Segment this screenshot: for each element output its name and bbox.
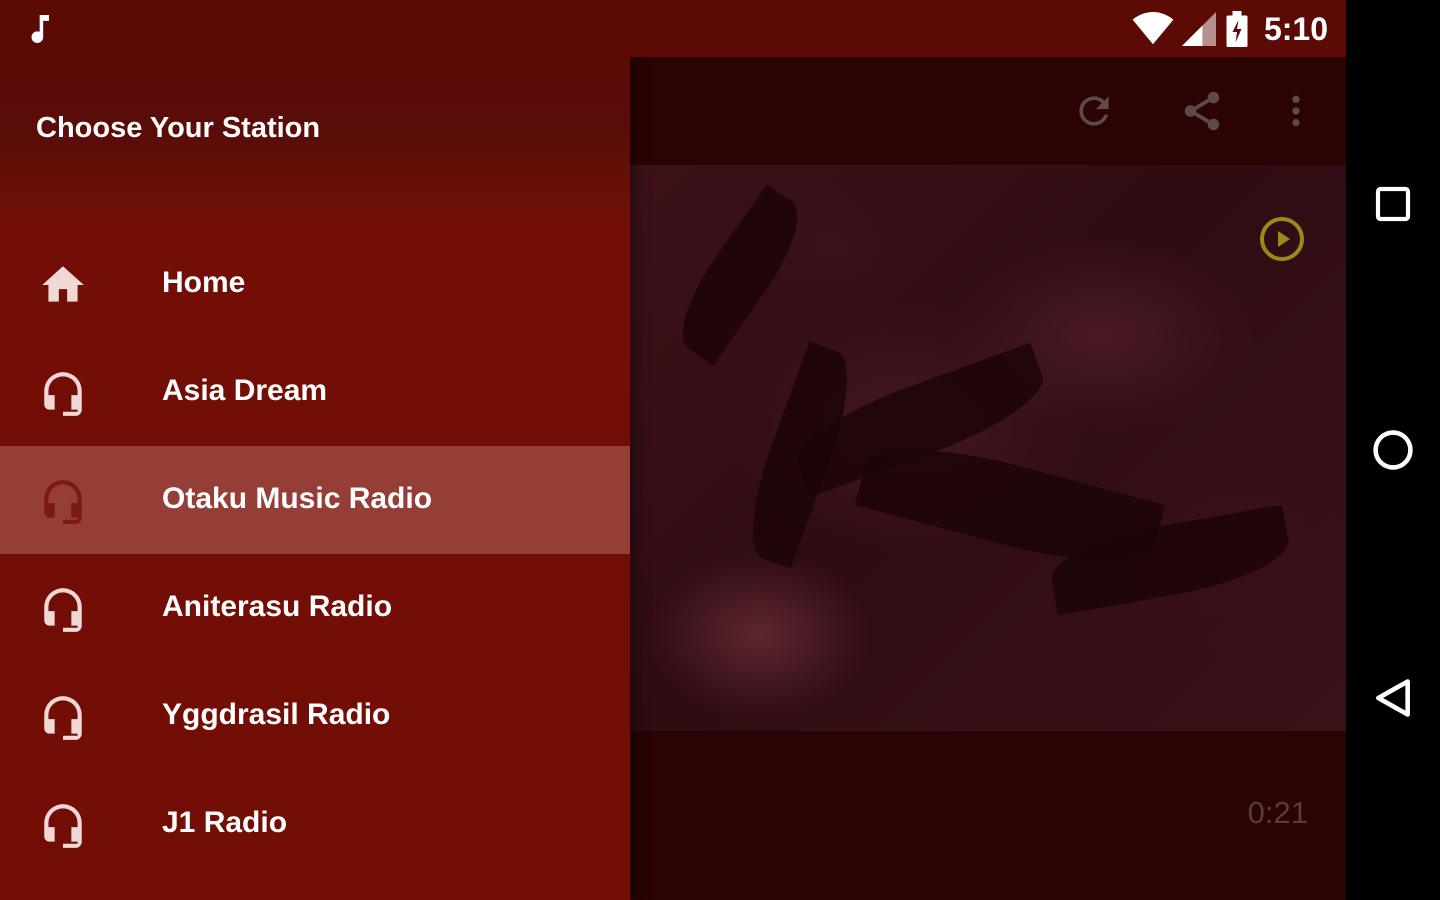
nav-item-j1-radio[interactable]: J1 Radio: [0, 770, 630, 878]
nav-item-label: Aniterasu Radio: [162, 590, 393, 623]
toolbar: [630, 57, 1346, 165]
home-nav-button[interactable]: [1369, 426, 1417, 474]
status-icons: 5:10: [1132, 8, 1328, 50]
headphones-icon: [44, 372, 82, 416]
drawer-header: Choose Your Station: [0, 57, 630, 211]
system-nav-bar: [1346, 0, 1440, 900]
share-icon: [1184, 91, 1220, 131]
headphones-icon: [44, 696, 82, 740]
station-list: Home Asia Dream Otaku Music Radio Aniter…: [0, 230, 630, 878]
drawer-title: Choose Your Station: [36, 112, 321, 144]
more-vert-icon: [1292, 95, 1300, 127]
headphones-icon: [44, 588, 82, 632]
status-clock: 5:10: [1263, 10, 1328, 47]
headphones-icon: [44, 804, 82, 848]
player-content: 0:21: [630, 57, 1346, 900]
nav-item-label: J1 Radio: [162, 806, 288, 839]
status-bar: 5:10: [0, 0, 1346, 57]
home-icon: [42, 266, 84, 302]
nav-item-asia-dream[interactable]: Asia Dream: [0, 338, 630, 446]
elapsed-time: 0:21: [1247, 795, 1308, 830]
more-options-button[interactable]: [1268, 83, 1324, 139]
nav-item-label: Otaku Music Radio: [162, 482, 433, 515]
home-circle-icon: [1373, 430, 1413, 470]
refresh-button[interactable]: [1066, 83, 1122, 139]
leaf-shape: [663, 184, 817, 366]
refresh-icon: [1079, 96, 1109, 126]
album-artwork: [630, 165, 1346, 731]
share-button[interactable]: [1174, 83, 1230, 139]
cell-signal-icon: [1181, 12, 1216, 46]
battery-charging-icon: [1226, 11, 1248, 47]
music-note-icon: [31, 15, 49, 43]
play-circle-icon: [1260, 217, 1304, 261]
recents-button[interactable]: [1369, 180, 1417, 228]
back-icon: [1376, 679, 1410, 717]
headphones-icon: [44, 480, 82, 524]
recents-icon: [1375, 186, 1411, 222]
wifi-icon: [1132, 12, 1174, 45]
nav-item-aniterasu-radio[interactable]: Aniterasu Radio: [0, 554, 630, 662]
nav-item-otaku-music-radio[interactable]: Otaku Music Radio: [0, 446, 630, 554]
back-button[interactable]: [1369, 674, 1417, 722]
nav-item-label: Yggdrasil Radio: [162, 698, 391, 731]
app-screen: 0:21 Choose Your Station Home Asia Dream: [0, 0, 1346, 900]
nav-item-label: Asia Dream: [162, 374, 328, 407]
player-controls: 0:21: [630, 731, 1346, 900]
nav-item-home[interactable]: Home: [0, 230, 630, 338]
nav-item-yggdrasil-radio[interactable]: Yggdrasil Radio: [0, 662, 630, 770]
navigation-drawer: Choose Your Station Home Asia Dream Otak…: [0, 0, 630, 900]
play-button[interactable]: [1258, 215, 1306, 263]
nav-item-label: Home: [162, 266, 246, 299]
